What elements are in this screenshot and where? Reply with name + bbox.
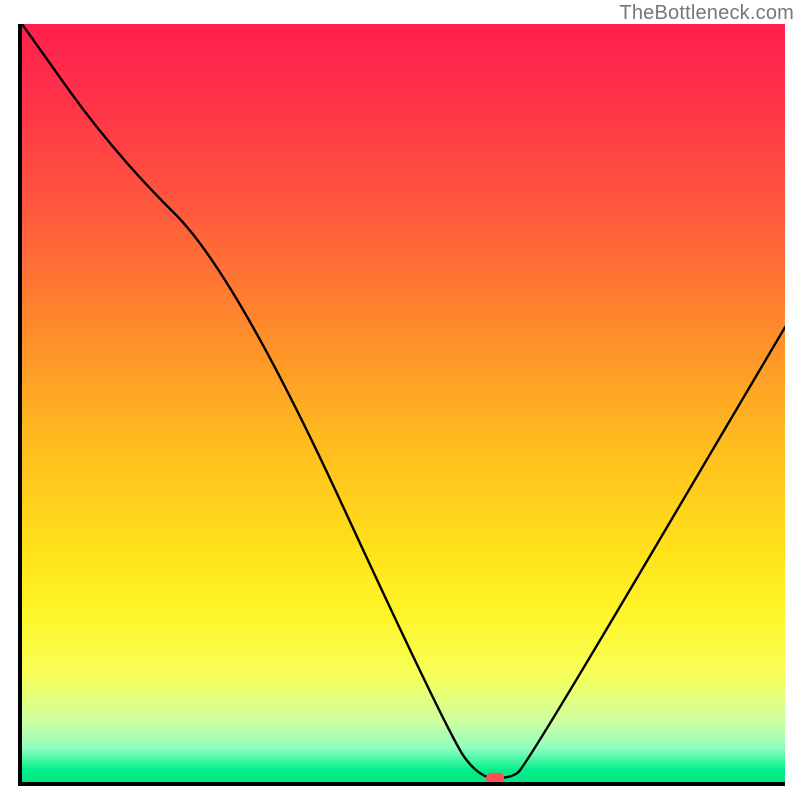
plot-area	[22, 24, 785, 782]
chart-container: TheBottleneck.com	[0, 0, 800, 800]
watermark-text: TheBottleneck.com	[619, 2, 794, 25]
gradient-background	[22, 24, 785, 782]
optimal-marker	[486, 773, 504, 782]
